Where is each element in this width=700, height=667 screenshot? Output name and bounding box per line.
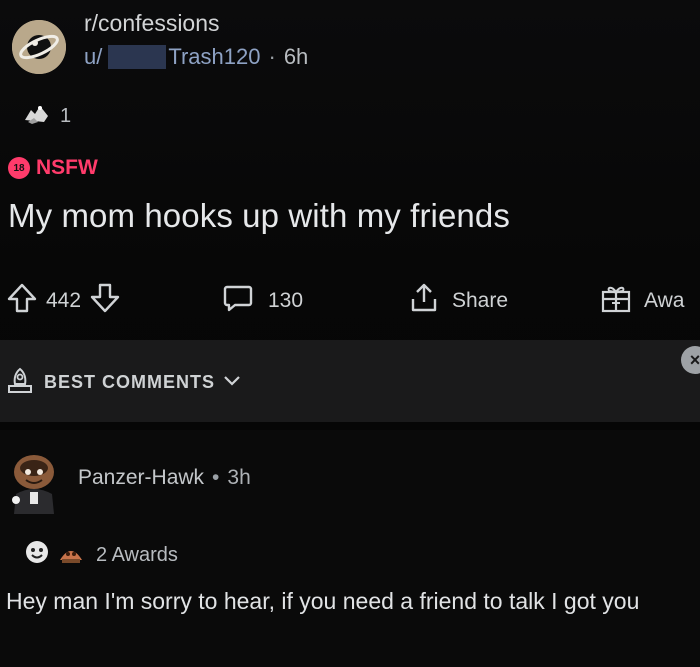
chevron-down-icon (223, 371, 241, 394)
comment-bubble-icon (222, 282, 254, 320)
upvote-arrow-icon[interactable] (6, 282, 38, 320)
share-label: Share (452, 289, 509, 312)
comment-count: 130 (268, 289, 304, 312)
reddit-post-screen: r/confessions u/ Trash120 · 6h 1 18 NSFW… (0, 0, 700, 667)
meta-separator: · (268, 44, 276, 69)
share-icon (408, 282, 440, 320)
upvote-count: 442 (46, 289, 82, 312)
author-name[interactable]: Trash120 (168, 44, 260, 70)
vote-group: 442 (6, 278, 121, 324)
subreddit-name[interactable]: r/confessions (84, 10, 220, 37)
give-award-button[interactable]: Awa (600, 278, 684, 324)
share-button[interactable]: Share (408, 278, 508, 324)
award-icon (22, 102, 52, 131)
subreddit-avatar[interactable] (12, 20, 66, 74)
comment-sort-bar: BEST COMMENTS (0, 340, 700, 422)
comment-meta: Panzer-Hawk • 3h (78, 466, 251, 490)
award-label: Awa (644, 289, 685, 312)
post-action-bar: 442 130 Share Awa (0, 278, 700, 324)
comments-button[interactable]: 130 (222, 278, 303, 324)
comment-body: Hey man I'm sorry to hear, if you need a… (6, 588, 640, 614)
post-award-count: 1 (60, 105, 72, 127)
comment-item: Panzer-Hawk • 3h 2 Awards Hey man I'm so… (0, 430, 700, 667)
author-prefix[interactable]: u/ (84, 44, 102, 70)
downvote-arrow-icon[interactable] (89, 282, 121, 320)
gift-icon (600, 282, 632, 320)
comment-author[interactable]: Panzer-Hawk (78, 466, 204, 490)
post-header: r/confessions u/ Trash120 · 6h (0, 0, 700, 95)
post-award-row[interactable]: 1 (22, 102, 71, 131)
helpful-award-icon (56, 538, 86, 572)
sort-label: BEST COMMENTS (44, 372, 216, 392)
author-redaction (108, 45, 167, 69)
comment-age: 3h (227, 466, 251, 489)
nsfw-tag: 18 NSFW (8, 156, 98, 180)
rocket-badge-icon (6, 366, 34, 399)
wholesome-award-icon (22, 538, 52, 572)
post-author-row: u/ Trash120 · 6h (84, 44, 308, 70)
planet-icon (12, 20, 66, 74)
comment-awards-label: 2 Awards (96, 543, 178, 566)
comment-awards[interactable]: 2 Awards (22, 538, 178, 572)
sort-dropdown[interactable]: BEST COMMENTS (6, 366, 241, 399)
nsfw-badge-icon: 18 (8, 157, 30, 179)
post-title[interactable]: My mom hooks up with my friends (8, 197, 510, 235)
comment-meta-separator: • (212, 466, 220, 489)
commenter-avatar[interactable] (4, 444, 62, 518)
nsfw-label: NSFW (36, 156, 98, 179)
post-age: 6h (283, 44, 309, 69)
